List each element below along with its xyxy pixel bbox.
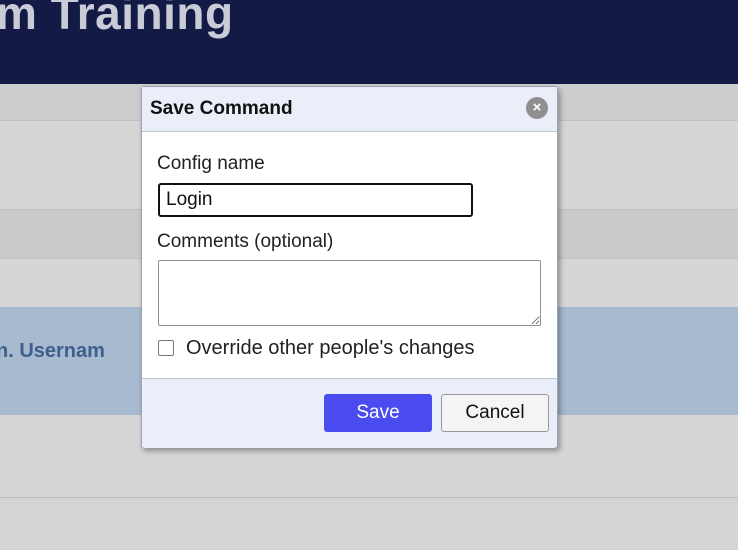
dialog-footer: Save Cancel [142,378,557,448]
selected-row-text: n. Usernam [0,340,105,362]
dialog-titlebar: Save Command × [142,87,557,132]
config-name-label: Config name [157,153,265,174]
page-title: m Training [0,0,234,39]
save-command-dialog: Save Command × Config name Comments (opt… [141,86,558,448]
comments-label: Comments (optional) [157,231,334,252]
save-button[interactable]: Save [324,394,432,432]
app-header: m Training [0,0,738,84]
close-icon[interactable]: × [526,97,548,119]
comments-textarea[interactable] [158,260,541,326]
background-row [0,498,738,550]
override-label[interactable]: Override other people's changes [186,337,474,360]
cancel-button[interactable]: Cancel [441,394,549,432]
dialog-title: Save Command [150,98,293,119]
config-name-input[interactable] [158,183,473,217]
override-checkbox[interactable] [158,340,174,356]
